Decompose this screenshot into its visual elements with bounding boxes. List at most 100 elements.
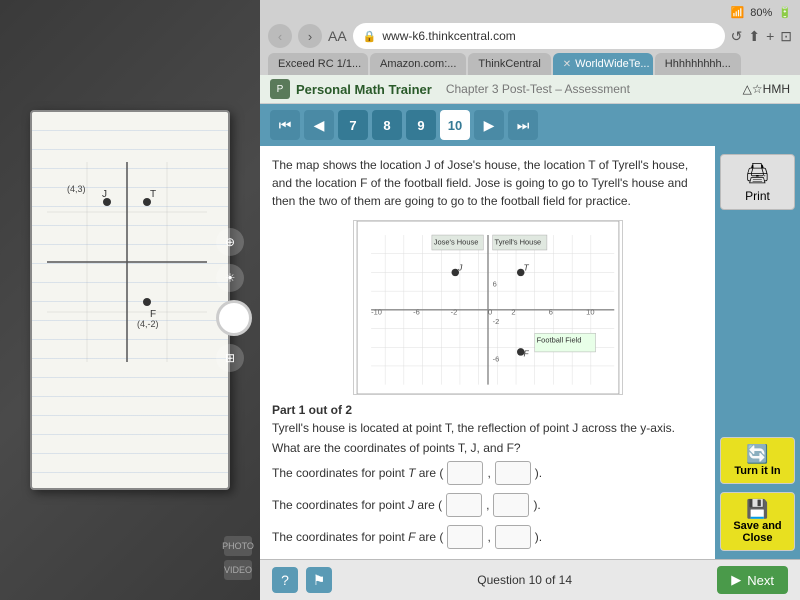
camera-btn-1[interactable]: ⊕ bbox=[216, 228, 244, 256]
app-logo: P Personal Math Trainer Chapter 3 Post-T… bbox=[270, 79, 630, 99]
svg-text:10: 10 bbox=[586, 308, 594, 317]
camera-view: J T F (4,3) (4,-2) ⊕ ☀ ⊞ PHOTO VIDEO bbox=[0, 0, 260, 600]
forward-button[interactable]: › bbox=[298, 24, 322, 48]
nav-controls: ⏮ ◀ 7 8 9 10 ▶ ⏭ bbox=[260, 104, 800, 146]
photo-btn[interactable]: PHOTO bbox=[224, 536, 252, 556]
close-paren-j: ). bbox=[533, 498, 540, 512]
question-7-btn[interactable]: 7 bbox=[338, 110, 368, 140]
shutter-button[interactable] bbox=[216, 300, 252, 336]
comma-j: , bbox=[486, 498, 489, 512]
camera-controls: ⊕ ☀ ⊞ bbox=[216, 228, 252, 372]
flag-button[interactable]: ⚑ bbox=[306, 567, 332, 593]
answer-f-label: The coordinates for point F are ( bbox=[272, 530, 443, 544]
tab-worldwidte[interactable]: ✕ WorldWideTe... bbox=[553, 53, 653, 75]
svg-text:-10: -10 bbox=[371, 308, 382, 317]
last-question-btn[interactable]: ⏭ bbox=[508, 110, 538, 140]
question-10-btn[interactable]: 10 bbox=[440, 110, 470, 140]
part-label: Part 1 out of 2 bbox=[272, 403, 703, 417]
camera-btn-3[interactable]: ⊞ bbox=[216, 344, 244, 372]
answer-row-t: The coordinates for point T are ( , ). bbox=[272, 461, 703, 485]
tab-exceed-label: Exceed RC 1/1... bbox=[278, 58, 361, 70]
main-area: The map shows the location J of Jose's h… bbox=[260, 146, 800, 559]
next-bottom-button[interactable]: ▶ Next bbox=[717, 566, 788, 594]
url-bar[interactable]: 🔒 www-k6.thinkcentral.com bbox=[353, 23, 725, 49]
tab-amazon-label: Amazon.com:... bbox=[380, 58, 456, 70]
notebook: J T F (4,3) (4,-2) bbox=[30, 110, 230, 490]
first-question-btn[interactable]: ⏮ bbox=[270, 110, 300, 140]
f-y-input[interactable] bbox=[495, 525, 531, 549]
next-question-btn[interactable]: ▶ bbox=[474, 110, 504, 140]
help-icon: ? bbox=[281, 572, 289, 588]
chapter-info: Chapter 3 Post-Test – Assessment bbox=[446, 82, 630, 96]
answer-t-label: The coordinates for point T are ( bbox=[272, 466, 443, 480]
video-btn[interactable]: VIDEO bbox=[224, 560, 252, 580]
close-paren-f: ). bbox=[535, 530, 542, 544]
back-button[interactable]: ‹ bbox=[268, 24, 292, 48]
question-counter: Question 10 of 14 bbox=[477, 573, 572, 587]
j-x-input[interactable] bbox=[446, 493, 482, 517]
close-paren-t: ). bbox=[535, 466, 542, 480]
svg-text:F: F bbox=[523, 349, 529, 359]
browser-panel: 📶 80% 🔋 ‹ › AA 🔒 www-k6.thinkcentral.com… bbox=[260, 0, 800, 600]
status-bar: 📶 80% 🔋 bbox=[268, 6, 792, 23]
battery-display: 80% bbox=[750, 7, 772, 19]
tab-thinkcentral[interactable]: ThinkCentral bbox=[468, 53, 550, 75]
save-icon: 💾 bbox=[746, 499, 768, 520]
graph-container: -10 -6 -2 0 2 6 10 10 6 -2 -6 Jose's Hou… bbox=[272, 220, 703, 395]
tab-hhh-label: Hhhhhhhhh... bbox=[665, 58, 731, 70]
turn-in-label: Turn it In bbox=[734, 465, 780, 477]
tab-hhh[interactable]: Hhhhhhhhh... bbox=[655, 53, 741, 75]
answer-row-f: The coordinates for point F are ( , ). bbox=[272, 525, 703, 549]
svg-text:J: J bbox=[457, 263, 463, 273]
svg-text:-6: -6 bbox=[413, 308, 420, 317]
svg-text:T: T bbox=[150, 189, 156, 200]
browser-chrome: 📶 80% 🔋 ‹ › AA 🔒 www-k6.thinkcentral.com… bbox=[260, 0, 800, 75]
part-question: Tyrell's house is located at point T, th… bbox=[272, 421, 703, 435]
tab-thinkcentral-label: ThinkCentral bbox=[478, 58, 540, 70]
answer-j-label: The coordinates for point J are ( bbox=[272, 498, 442, 512]
tab-amazon[interactable]: Amazon.com:... bbox=[370, 53, 466, 75]
turn-in-button[interactable]: 🔄 Turn it In bbox=[720, 437, 795, 484]
battery-icon: 🔋 bbox=[778, 6, 792, 19]
tab-exceed[interactable]: Exceed RC 1/1... bbox=[268, 53, 368, 75]
print-label: Print bbox=[745, 189, 770, 203]
question-8-btn[interactable]: 8 bbox=[372, 110, 402, 140]
reload-icon[interactable]: ↺ bbox=[731, 28, 743, 45]
svg-text:Jose's House: Jose's House bbox=[433, 237, 478, 246]
comma-f: , bbox=[487, 530, 490, 544]
help-button[interactable]: ? bbox=[272, 567, 298, 593]
question-9-btn[interactable]: 9 bbox=[406, 110, 436, 140]
print-icon: 🖨 bbox=[745, 161, 770, 186]
logo-icon: P bbox=[270, 79, 290, 99]
svg-text:(4,3): (4,3) bbox=[67, 184, 86, 194]
tab-worldwidte-label: WorldWideTe... bbox=[575, 58, 649, 70]
save-close-label: Save and Close bbox=[729, 520, 786, 544]
reader-mode-icon[interactable]: AA bbox=[328, 28, 347, 44]
page-content: P Personal Math Trainer Chapter 3 Post-T… bbox=[260, 75, 800, 600]
bottom-bar: ? ⚑ Question 10 of 14 ▶ Next bbox=[260, 559, 800, 600]
right-sidebar: 🖨 Print 🔄 Turn it In 💾 Save and Close bbox=[715, 146, 800, 559]
next-bottom-arrow: ▶ bbox=[731, 572, 741, 588]
tabs-row: Exceed RC 1/1... Amazon.com:... ThinkCen… bbox=[268, 53, 792, 75]
notebook-panel: J T F (4,3) (4,-2) ⊕ ☀ ⊞ PHOTO VIDEO bbox=[0, 0, 260, 600]
save-close-button[interactable]: 💾 Save and Close bbox=[720, 492, 795, 551]
prev-question-btn[interactable]: ◀ bbox=[304, 110, 334, 140]
answer-row-j: The coordinates for point J are ( , ). bbox=[272, 493, 703, 517]
svg-text:Football Field: Football Field bbox=[536, 336, 581, 345]
print-button[interactable]: 🖨 Print bbox=[720, 154, 795, 210]
add-tab-icon[interactable]: + bbox=[766, 28, 774, 44]
tabs-icon[interactable]: ⊡ bbox=[780, 28, 792, 45]
f-x-input[interactable] bbox=[447, 525, 483, 549]
svg-text:0: 0 bbox=[488, 308, 492, 317]
j-y-input[interactable] bbox=[493, 493, 529, 517]
tab-close-icon[interactable]: ✕ bbox=[563, 59, 571, 70]
app-title: Personal Math Trainer bbox=[296, 82, 432, 97]
share-icon[interactable]: ⬆ bbox=[748, 28, 760, 45]
svg-text:J: J bbox=[102, 189, 107, 200]
svg-text:2: 2 bbox=[511, 308, 515, 317]
hmh-logo: △☆HMH bbox=[743, 82, 790, 96]
t-y-input[interactable] bbox=[495, 461, 531, 485]
turn-in-icon: 🔄 bbox=[746, 444, 768, 465]
camera-btn-2[interactable]: ☀ bbox=[216, 264, 244, 292]
t-x-input[interactable] bbox=[447, 461, 483, 485]
